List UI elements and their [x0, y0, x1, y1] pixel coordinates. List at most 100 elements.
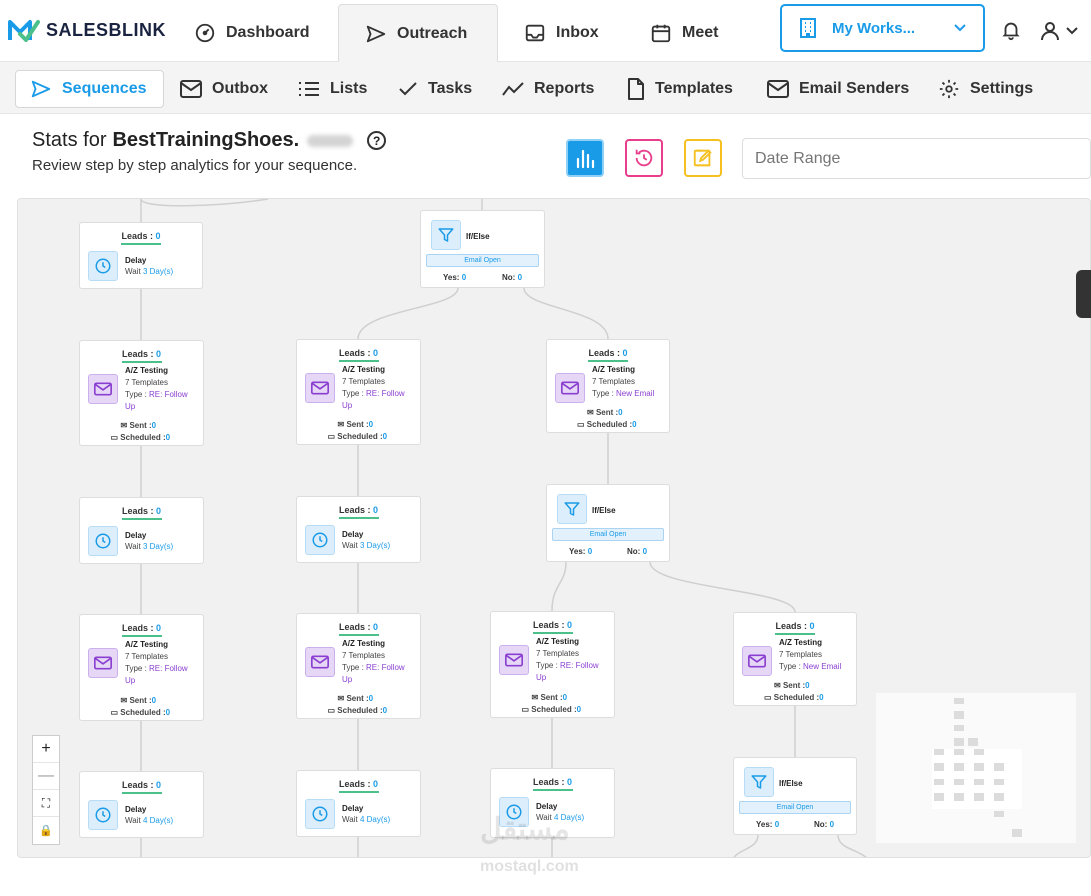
- mail-icon: [180, 80, 202, 98]
- sequence-name: BestTrainingShoes.: [112, 129, 300, 151]
- clock-icon: [312, 806, 328, 822]
- sent-label: Sent :: [595, 408, 619, 417]
- templates-count: 7 Templates: [779, 650, 822, 659]
- flow-node-delay[interactable]: Leads : 0 Delay Wait 3 Day(s): [296, 496, 421, 563]
- flow-node-ifelse[interactable]: If/Else Email Open Yes: 0 No: 0: [546, 484, 670, 562]
- delay-wait: Wait 4 Day(s): [342, 814, 390, 826]
- flow-node-abtest[interactable]: Leads : 0 A/Z Testing 7 Templates Type : RE…: [79, 340, 204, 446]
- tab-meet[interactable]: Meet: [624, 4, 744, 62]
- flow-node-delay[interactable]: Leads : 0 Delay Wait 4 Day(s): [296, 770, 421, 837]
- sent-label: Sent :: [782, 681, 806, 690]
- leads-underline: [121, 361, 162, 363]
- flow-node-delay[interactable]: Leads : 0 Delay Wait 3 Day(s): [79, 222, 203, 289]
- condition-pill: Email Open: [426, 254, 539, 267]
- no-count: No: 0: [627, 547, 647, 556]
- scheduled-value: 0: [165, 433, 171, 442]
- flow-node-abtest[interactable]: Leads : 0 A/Z Testing 7 Templates Type : Ne…: [546, 339, 670, 433]
- subtab-reports[interactable]: Reports: [502, 70, 594, 108]
- flow-node-abtest[interactable]: Leads : 0 A/Z Testing 7 Templates Type : RE…: [296, 339, 421, 445]
- workspace-selector[interactable]: My Works...: [780, 4, 985, 52]
- zoom-in-button[interactable]: +: [33, 736, 59, 763]
- subtab-lists[interactable]: Lists: [298, 70, 367, 108]
- subtab-templates[interactable]: Templates: [627, 70, 733, 108]
- zoom-out-button[interactable]: —: [33, 763, 59, 790]
- node-leads: Leads : 0: [491, 620, 614, 630]
- node-title: If/Else: [466, 232, 490, 241]
- yes-count: Yes: 0: [569, 547, 592, 556]
- leads-label: Leads :: [121, 231, 156, 241]
- no-value: 0: [517, 273, 523, 282]
- side-help-tab[interactable]: [1076, 270, 1091, 318]
- title-prefix: Stats for: [32, 129, 107, 151]
- subtab-outbox[interactable]: Outbox: [180, 70, 268, 108]
- flow-node-abtest[interactable]: Leads : 0 A/Z Testing 7 Templates Type : RE…: [79, 614, 204, 721]
- tab-outreach[interactable]: Outreach: [338, 4, 498, 62]
- scheduled-count: ▭ Scheduled :0: [764, 693, 824, 702]
- leads-count: 0: [155, 231, 161, 241]
- node-leads: Leads : 0: [491, 777, 614, 787]
- leads-label: Leads :: [338, 779, 373, 789]
- type-label: Type :: [779, 662, 804, 671]
- date-range-input[interactable]: [742, 138, 1091, 179]
- user-menu[interactable]: [1038, 19, 1078, 43]
- sent-label: Sent :: [540, 693, 563, 702]
- flow-node-abtest[interactable]: Leads : 0 A/Z Testing 7 Templates Type : Ne…: [733, 612, 857, 706]
- sent-count: ✉ Sent :0: [120, 421, 157, 430]
- flow-connector: [523, 287, 609, 340]
- subtab-settings[interactable]: Settings: [938, 70, 1033, 108]
- leads-count: 0: [373, 348, 379, 358]
- leads-label: Leads :: [121, 349, 156, 359]
- tab-inbox[interactable]: Inbox: [498, 4, 625, 62]
- node-title: Delay: [342, 530, 364, 539]
- leads-underline: [121, 243, 161, 245]
- leads-underline: [775, 633, 815, 635]
- flow-node-abtest[interactable]: Leads : 0 A/Z Testing 7 Templates Type : RE…: [490, 611, 615, 718]
- email-type: Type : RE: Follow Up: [342, 662, 417, 686]
- notifications-button[interactable]: [1000, 19, 1022, 46]
- edit-icon: [693, 149, 712, 167]
- help-icon[interactable]: ?: [367, 131, 387, 150]
- scheduled-label: Scheduled :: [337, 706, 383, 715]
- history-button[interactable]: [625, 139, 663, 177]
- wait-duration: 4 Day(s): [142, 816, 174, 825]
- scheduled-value: 0: [382, 706, 388, 715]
- lock-button[interactable]: 🔒: [33, 817, 59, 844]
- node-leads: Leads : 0: [80, 623, 203, 633]
- flow-node-delay[interactable]: Leads : 0 Delay Wait 3 Day(s): [79, 497, 204, 564]
- stats-view-button[interactable]: [566, 139, 604, 177]
- node-leads: Leads : 0: [80, 349, 203, 359]
- fit-view-button[interactable]: ⛶: [33, 790, 59, 817]
- flow-node-delay[interactable]: Leads : 0 Delay Wait 4 Day(s): [79, 771, 204, 838]
- node-title: If/Else: [779, 779, 803, 788]
- tab-dashboard[interactable]: Dashboard: [168, 4, 336, 62]
- email-type: Type : New Email: [592, 388, 666, 400]
- email-node-icon: [88, 648, 118, 678]
- flow-node-ifelse[interactable]: If/Else Email Open Yes: 0 No: 0: [420, 210, 545, 288]
- subtab-tasks[interactable]: Tasks: [398, 70, 472, 108]
- flow-node-abtest[interactable]: Leads : 0 A/Z Testing 7 Templates Type : RE…: [296, 613, 421, 719]
- scheduled-value: 0: [165, 708, 171, 717]
- node-leads: Leads : 0: [547, 348, 669, 358]
- type-label: Type :: [342, 663, 367, 672]
- sent-label: Sent :: [346, 420, 369, 429]
- check-icon: [399, 82, 417, 96]
- no-label: No:: [814, 820, 828, 829]
- email-type: Type : New Email: [779, 661, 853, 673]
- ifelse-node-icon: [557, 494, 587, 524]
- node-leads: Leads : 0: [297, 505, 420, 515]
- node-title: Delay: [536, 802, 558, 811]
- no-count: No: 0: [502, 273, 522, 282]
- flow-node-ifelse[interactable]: If/Else Email Open Yes: 0 No: 0: [733, 757, 857, 835]
- subtab-sequences[interactable]: Sequences: [15, 70, 164, 108]
- scheduled-count: ▭ Scheduled :0: [327, 706, 388, 715]
- salesblink-logo[interactable]: SALESBLINK: [8, 18, 166, 42]
- yes-label: Yes:: [756, 820, 773, 829]
- chevron-down-icon: [1066, 27, 1078, 35]
- edit-sequence-button[interactable]: [684, 139, 722, 177]
- node-title: A/Z Testing: [536, 637, 579, 646]
- leads-count: 0: [373, 622, 379, 632]
- leads-count: 0: [567, 620, 573, 630]
- leads-label: Leads :: [121, 780, 156, 790]
- flow-minimap[interactable]: [876, 693, 1076, 843]
- subtab-email-senders[interactable]: Email Senders: [767, 70, 909, 108]
